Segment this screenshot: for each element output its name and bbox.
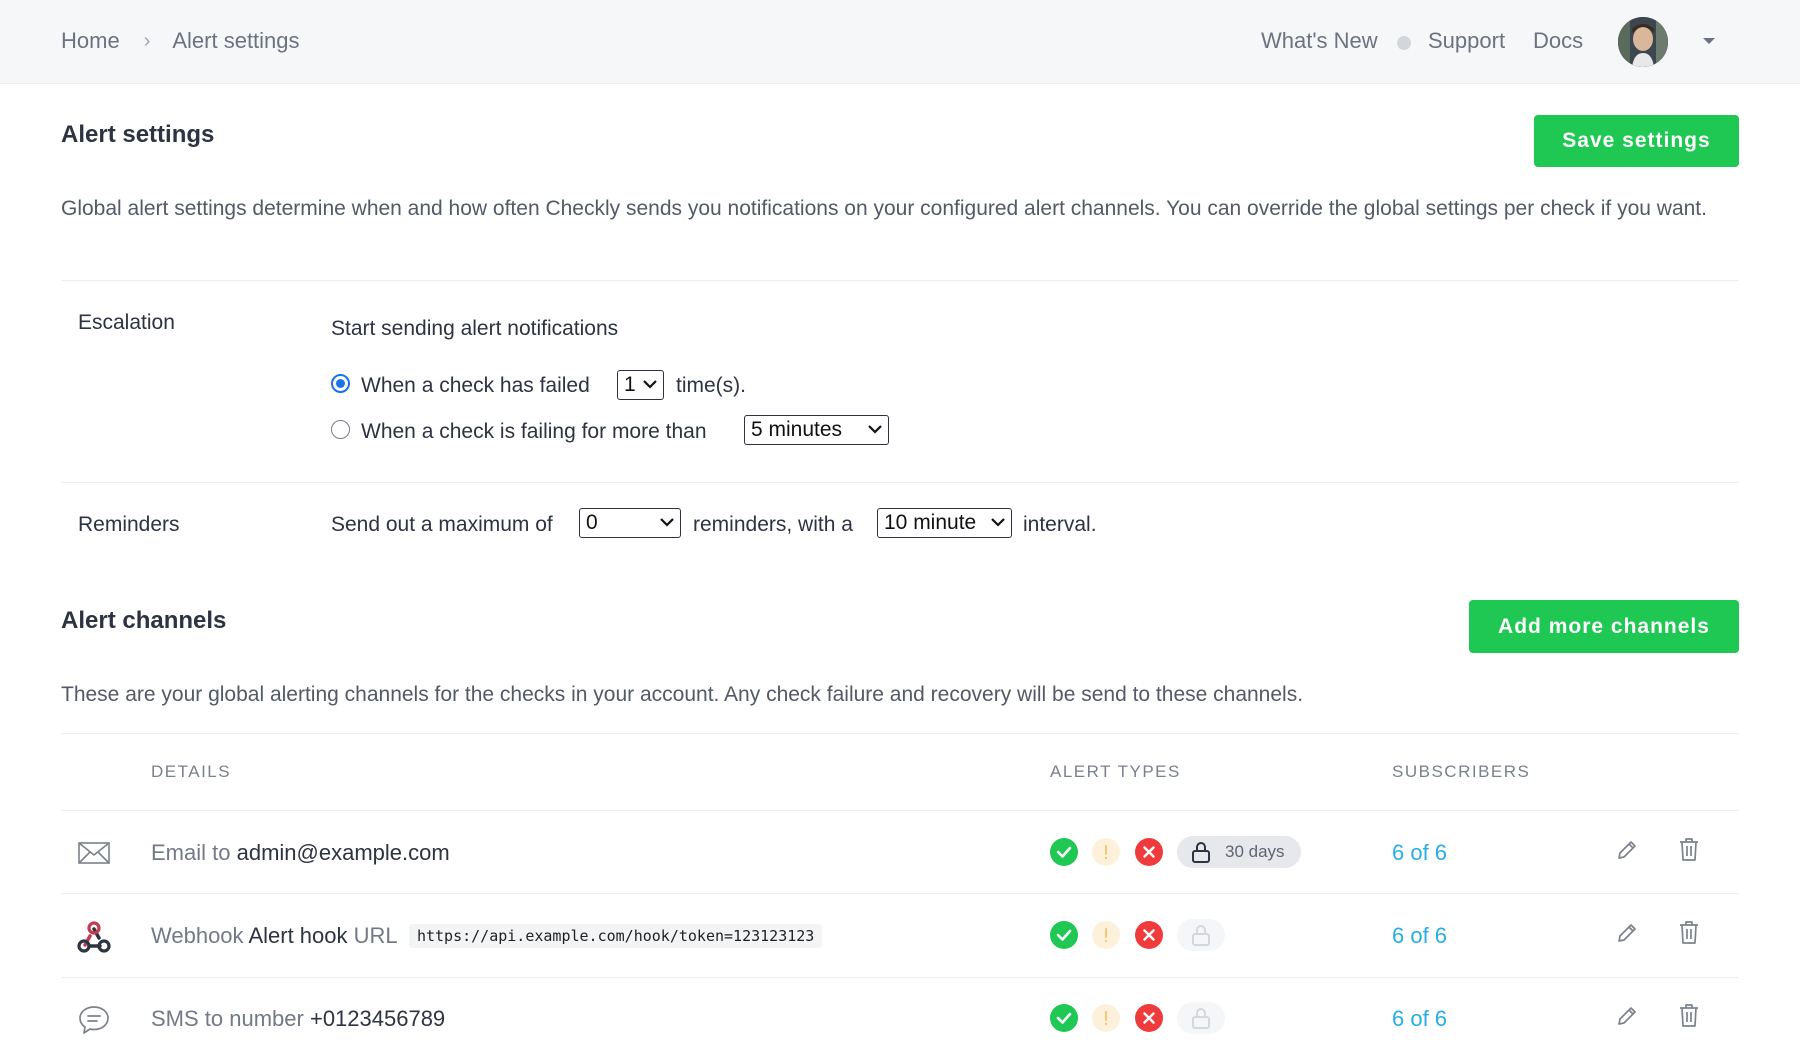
ssl-expiry-pill[interactable]: 30 days [1177,836,1301,868]
breadcrumb-home[interactable]: Home [61,28,120,54]
column-header-alert-types: ALERT TYPES [1050,762,1181,781]
success-alert-badge[interactable] [1050,921,1078,949]
nav-support[interactable]: Support [1428,28,1505,54]
divider [61,280,1739,281]
webhook-icon [77,921,111,953]
ssl-expiry-pill[interactable] [1177,1002,1225,1034]
webhook-url-label: URL [353,923,397,948]
chevron-down-icon [868,425,882,434]
webhook-name: Alert hook [248,923,348,948]
channels-title: Alert channels [61,607,227,634]
failing-duration-select[interactable]: 5 minutes [744,415,889,445]
channels-description: These are your global alerting channels … [61,683,1304,706]
channel-type: Webhook [151,923,244,948]
subscribers-link[interactable]: 6 of 6 [1392,923,1447,949]
degraded-alert-badge[interactable] [1092,921,1120,949]
exclamation-icon [1104,928,1108,943]
failed-count-value: 1 [624,373,636,396]
chevron-right-icon: › [143,29,151,52]
breadcrumb-current: Alert settings [172,28,300,53]
edit-icon[interactable] [1615,1004,1639,1028]
degraded-alert-badge[interactable] [1092,1004,1120,1032]
save-settings-button[interactable]: Save settings [1534,115,1739,167]
exclamation-icon [1104,845,1108,860]
webhook-url: https://api.example.com/hook/token=12312… [408,924,823,948]
channel-details: Email to admin@example.com [151,840,450,866]
failure-alert-badge[interactable] [1135,1004,1163,1032]
chat-bubble-icon [79,1006,109,1034]
check-icon [1056,929,1072,941]
avatar-image [1618,17,1668,67]
reminders-middle: reminders, with a [693,513,853,536]
edit-icon[interactable] [1615,838,1639,862]
divider [61,893,1739,894]
close-icon [1143,929,1155,941]
divider [61,810,1739,811]
degraded-alert-badge[interactable] [1092,838,1120,866]
settings-title: Alert settings [61,121,215,148]
channel-target: admin@example.com [236,840,450,865]
reminders-prefix: Send out a maximum of [331,513,553,536]
edit-icon[interactable] [1615,921,1639,945]
envelope-icon [78,842,110,864]
trash-icon[interactable] [1677,1002,1701,1028]
ssl-expiry-pill[interactable] [1177,919,1225,951]
subscribers-link[interactable]: 6 of 6 [1392,1006,1447,1032]
channel-type: SMS to number [151,1006,304,1031]
column-header-subscribers: SUBSCRIBERS [1392,762,1531,781]
chevron-down-icon [991,518,1005,527]
account-dropdown-icon[interactable] [1703,38,1715,44]
trash-icon[interactable] [1677,919,1701,945]
reminder-count-value: 0 [586,511,598,534]
nav-docs[interactable]: Docs [1533,28,1583,54]
avatar[interactable] [1618,17,1668,67]
trash-icon[interactable] [1677,836,1701,862]
channel-details: SMS to number +0123456789 [151,1006,445,1032]
exclamation-icon [1104,1011,1108,1026]
lock-icon [1192,842,1210,863]
breadcrumb: Home › Alert settings [61,28,300,54]
escalation-failed-radio[interactable] [331,374,350,393]
success-alert-badge[interactable] [1050,1004,1078,1032]
nav-whats-new[interactable]: What's New [1261,28,1378,54]
top-bar: Home › Alert settings What's New Support… [0,0,1800,84]
escalation-option1-text: When a check has failed [361,374,590,397]
close-icon [1143,846,1155,858]
ssl-expiry-label: 30 days [1225,842,1285,861]
close-icon [1143,1012,1155,1024]
channel-details: Webhook Alert hook URL https://api.examp… [151,923,823,949]
lock-icon [1192,1008,1210,1029]
check-icon [1056,1012,1072,1024]
escalation-failing-radio[interactable] [331,420,350,439]
chevron-down-icon [643,380,657,389]
failed-count-select[interactable]: 1 [617,370,664,400]
escalation-label: Escalation [78,311,175,334]
failure-alert-badge[interactable] [1135,921,1163,949]
subscribers-link[interactable]: 6 of 6 [1392,840,1447,866]
settings-description: Global alert settings determine when and… [61,197,1707,220]
reminder-interval-value: 10 minute [884,511,977,534]
failing-duration-value: 5 minutes [751,418,843,441]
reminder-interval-select[interactable]: 10 minute [877,508,1012,538]
escalation-heading: Start sending alert notifications [331,317,619,340]
channel-target: +0123456789 [309,1006,446,1031]
chevron-down-icon [660,518,674,527]
lock-icon [1192,925,1210,946]
check-icon [1056,846,1072,858]
reminder-count-select[interactable]: 0 [579,508,681,538]
status-dot [1397,36,1411,50]
reminders-label: Reminders [78,513,180,536]
escalation-option2-text: When a check is failing for more than [361,420,707,443]
success-alert-badge[interactable] [1050,838,1078,866]
add-channels-button[interactable]: Add more channels [1469,600,1739,653]
column-header-details: DETAILS [151,762,232,781]
failure-alert-badge[interactable] [1135,838,1163,866]
reminders-suffix: interval. [1023,513,1097,536]
escalation-option1-suffix: time(s). [676,374,746,397]
channel-type: Email to [151,840,231,865]
divider [61,482,1739,483]
divider [61,733,1739,734]
divider [61,977,1739,978]
